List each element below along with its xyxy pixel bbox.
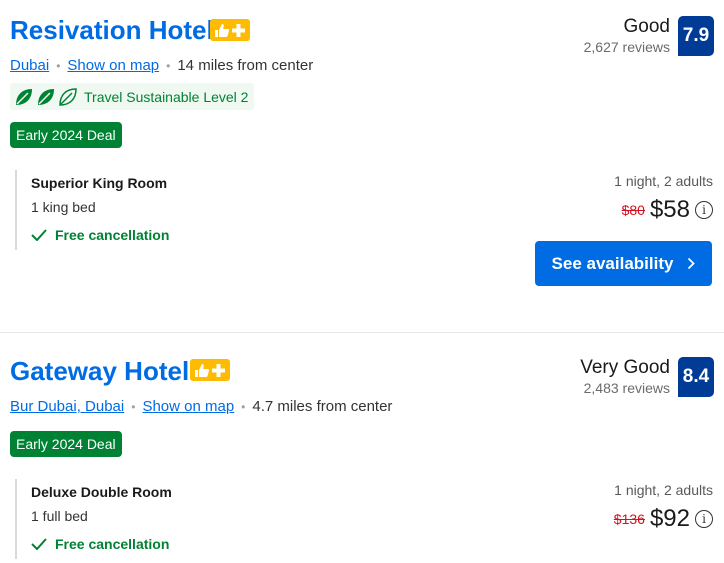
original-price: $80 <box>621 202 645 218</box>
room-info: Deluxe Double Room 1 full bed Free cance… <box>15 479 172 559</box>
stay-details: 1 night, 2 adults <box>614 173 713 189</box>
location-link[interactable]: Bur Dubai, Dubai <box>10 398 124 415</box>
score-word: Good <box>623 16 670 37</box>
bed-type: 1 full bed <box>31 508 88 524</box>
separator-dot: • <box>131 399 136 414</box>
free-cancellation: Free cancellation <box>31 227 169 243</box>
free-cancellation: Free cancellation <box>31 536 172 552</box>
price-row: $136 $92 i <box>614 505 713 533</box>
sustainability-badge[interactable]: Travel Sustainable Level 2 <box>10 83 255 110</box>
score-text: Very Good 2,483 reviews <box>580 357 670 396</box>
chevron-right-icon <box>688 257 696 270</box>
review-score[interactable]: Very Good 2,483 reviews 8.4 <box>580 357 714 397</box>
current-price: $58 <box>649 196 690 223</box>
separator-dot: • <box>56 58 61 73</box>
location-link[interactable]: Dubai <box>10 57 49 74</box>
deal-badge: Early 2024 Deal <box>10 122 122 148</box>
review-count: 2,483 reviews <box>583 380 670 396</box>
original-price: $136 <box>613 511 645 527</box>
hotel-name[interactable]: Gateway Hotel <box>10 356 189 387</box>
score-box: 8.4 <box>678 357 714 397</box>
hotel-card: Resivation Hotel Dubai • Show on map • 1… <box>0 0 724 312</box>
deal-badge: Early 2024 Deal <box>10 431 122 457</box>
hotel-name[interactable]: Resivation Hotel <box>10 15 214 46</box>
cancellation-label: Free cancellation <box>55 536 170 552</box>
room-name: Deluxe Double Room <box>31 484 172 500</box>
leaf-icon <box>16 88 32 105</box>
sustainability-label: Travel Sustainable Level 2 <box>84 88 249 105</box>
separator-dot: • <box>241 399 246 414</box>
room-name: Superior King Room <box>31 175 168 191</box>
room-info: Superior King Room 1 king bed Free cance… <box>15 170 169 250</box>
review-score[interactable]: Good 2,627 reviews 7.9 <box>584 16 714 56</box>
leaf-icon <box>38 88 54 105</box>
location-row: Dubai • Show on map • 14 miles from cent… <box>10 57 313 74</box>
price-row: $80 $58 i <box>622 196 713 224</box>
cancellation-label: Free cancellation <box>55 227 170 243</box>
preferred-partner-badge <box>210 19 250 41</box>
review-count: 2,627 reviews <box>583 39 670 55</box>
bed-type: 1 king bed <box>31 199 96 215</box>
separator-dot: • <box>166 58 171 73</box>
hotel-card: Gateway Hotel Bur Dubai, Dubai • Show on… <box>0 333 724 563</box>
current-price: $92 <box>649 505 690 532</box>
score-text: Good 2,627 reviews <box>584 16 670 55</box>
preferred-partner-badge <box>190 359 230 381</box>
leaf-rating <box>14 87 78 107</box>
thumbs-up-icon <box>215 23 229 37</box>
distance-text: 14 miles from center <box>177 57 314 74</box>
see-availability-button[interactable]: See availability <box>535 241 712 286</box>
plus-icon <box>212 363 225 377</box>
info-icon[interactable]: i <box>695 201 713 219</box>
checkmark-icon <box>31 229 47 241</box>
score-word: Very Good <box>580 357 670 378</box>
leaf-icon <box>59 87 77 106</box>
info-icon[interactable]: i <box>695 510 713 528</box>
distance-text: 4.7 miles from center <box>252 398 393 415</box>
thumbs-up-icon <box>195 363 209 377</box>
stay-details: 1 night, 2 adults <box>614 482 713 498</box>
score-box: 7.9 <box>678 16 714 56</box>
plus-icon <box>232 23 245 37</box>
checkmark-icon <box>31 538 47 550</box>
show-on-map-link[interactable]: Show on map <box>67 57 159 74</box>
location-row: Bur Dubai, Dubai • Show on map • 4.7 mil… <box>10 398 392 415</box>
show-on-map-link[interactable]: Show on map <box>142 398 234 415</box>
button-label: See availability <box>551 253 674 273</box>
